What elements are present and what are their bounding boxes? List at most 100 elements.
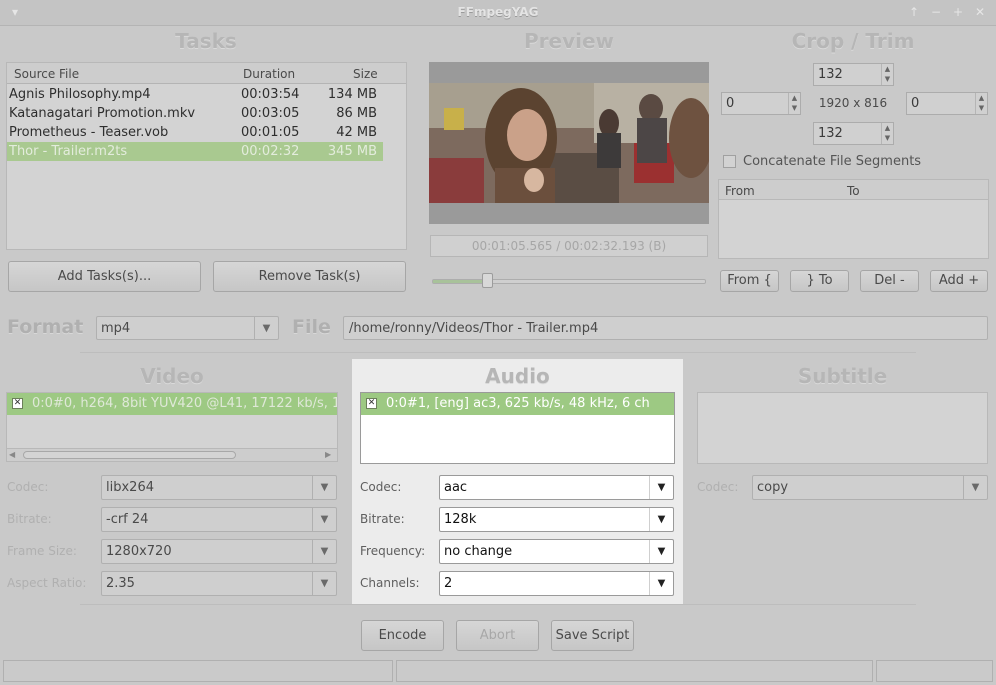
column-size[interactable]: Size [353, 67, 378, 81]
preview-image [429, 83, 709, 203]
tasks-heading: Tasks [175, 29, 237, 53]
audio-stream-item[interactable]: ✕ 0:0#1, [eng] ac3, 625 kb/s, 48 kHz, 6 … [361, 393, 674, 415]
task-size: 86 MB [336, 106, 377, 121]
chevron-down-icon[interactable]: ▼ [649, 476, 673, 499]
task-row[interactable]: Thor - Trailer.m2ts 00:02:32 345 MB [7, 142, 383, 161]
audio-heading: Audio [485, 364, 550, 388]
audio-field-select[interactable]: 2 ▼ [439, 571, 674, 596]
chevron-down-icon[interactable]: ▼ [312, 508, 336, 531]
spin-arrows-icon[interactable]: ▲ ▼ [881, 64, 893, 85]
chevron-down-icon[interactable]: ▼ [312, 540, 336, 563]
chevron-down-icon[interactable]: ▼ [312, 476, 336, 499]
chevron-down-icon[interactable]: ▼ [312, 572, 336, 595]
concatenate-checkbox[interactable] [723, 155, 736, 168]
spin-arrows-icon[interactable]: ▲ ▼ [881, 123, 893, 144]
task-row[interactable]: Katanagatari Promotion.mkv 00:03:05 86 MB [7, 104, 383, 123]
preview-timestamp: 00:01:05.565 / 00:02:32.193 (B) [430, 235, 708, 257]
from-button[interactable]: From { [720, 270, 779, 292]
task-size: 42 MB [336, 125, 377, 140]
video-field-select[interactable]: 2.35 ▼ [101, 571, 337, 596]
spin-arrows-icon[interactable]: ▲ ▼ [788, 93, 800, 114]
crop-heading: Crop / Trim [791, 29, 915, 53]
subtitle-streams-list[interactable] [697, 392, 988, 464]
video-field-label: Codec: [7, 480, 49, 494]
audio-field-select[interactable]: 128k ▼ [439, 507, 674, 532]
subtitle-field-select[interactable]: copy ▼ [752, 475, 988, 500]
audio-field-value: aac [444, 480, 468, 495]
task-duration: 00:01:05 [241, 125, 300, 140]
video-stream-checkbox[interactable]: ✕ [12, 398, 23, 409]
scroll-right-icon[interactable]: ▶ [325, 450, 331, 459]
column-to[interactable]: To [847, 184, 860, 198]
spin-arrows-icon[interactable]: ▲ ▼ [975, 93, 987, 114]
audio-field-select[interactable]: aac ▼ [439, 475, 674, 500]
video-field-value: 1280x720 [106, 544, 172, 559]
chevron-down-icon[interactable]: ▼ [649, 540, 673, 563]
video-field-select[interactable]: 1280x720 ▼ [101, 539, 337, 564]
task-source: Katanagatari Promotion.mkv [9, 106, 196, 121]
chevron-down-icon[interactable]: ▼ [254, 317, 278, 339]
crop-top-spinbox[interactable]: 132 ▲ ▼ [813, 63, 894, 86]
audio-field-label: Bitrate: [360, 512, 405, 526]
video-stream-label: 0:0#0, h264, 8bit YUV420 @L41, 17122 kb/… [32, 396, 337, 411]
tasks-table[interactable]: Source File Duration Size Agnis Philosop… [6, 62, 407, 250]
window-pin-icon[interactable]: ↑ [907, 4, 921, 20]
chevron-down-icon[interactable]: ▼ [963, 476, 987, 499]
video-field-value: -crf 24 [106, 512, 149, 527]
video-stream-item[interactable]: ✕ 0:0#0, h264, 8bit YUV420 @L41, 17122 k… [7, 393, 337, 415]
video-field-label: Frame Size: [7, 544, 77, 558]
audio-field-value: 128k [444, 512, 477, 527]
video-field-label: Bitrate: [7, 512, 52, 526]
encode-button[interactable]: Encode [361, 620, 444, 651]
crop-bottom-spinbox[interactable]: 132 ▲ ▼ [813, 122, 894, 145]
output-file-input[interactable]: /home/ronny/Videos/Thor - Trailer.mp4 [343, 316, 988, 340]
add-segment-button[interactable]: Add + [930, 270, 988, 292]
preview-seek-track[interactable] [432, 279, 706, 284]
crop-top-value: 132 [818, 67, 843, 82]
remove-task-button[interactable]: Remove Task(s) [213, 261, 406, 292]
column-duration[interactable]: Duration [243, 67, 295, 81]
audio-field-label: Channels: [360, 576, 420, 590]
crop-left-spinbox[interactable]: 0 ▲ ▼ [721, 92, 801, 115]
task-size: 134 MB [327, 87, 377, 102]
video-hscrollbar[interactable]: ◀ ▶ [7, 448, 337, 461]
scroll-left-icon[interactable]: ◀ [9, 450, 15, 459]
audio-field-label: Frequency: [360, 544, 426, 558]
preview-seek-fill [433, 280, 487, 283]
task-row[interactable]: Agnis Philosophy.mp4 00:03:54 134 MB [7, 85, 383, 104]
video-field-select[interactable]: -crf 24 ▼ [101, 507, 337, 532]
audio-field-select[interactable]: no change ▼ [439, 539, 674, 564]
file-label: File [292, 316, 331, 338]
crop-right-spinbox[interactable]: 0 ▲ ▼ [906, 92, 988, 115]
format-select[interactable]: mp4 ▼ [96, 316, 279, 340]
abort-button[interactable]: Abort [456, 620, 539, 651]
save-script-button[interactable]: Save Script [551, 620, 634, 651]
video-streams-list[interactable]: ✕ 0:0#0, h264, 8bit YUV420 @L41, 17122 k… [6, 392, 338, 462]
audio-stream-checkbox[interactable]: ✕ [366, 398, 377, 409]
status-segment-3 [876, 660, 993, 682]
video-field-value: 2.35 [106, 576, 135, 591]
window-close-icon[interactable]: ✕ [973, 4, 987, 20]
format-label: Format [7, 316, 84, 338]
task-duration: 00:02:32 [241, 144, 300, 159]
section-divider [80, 352, 916, 353]
preview-frame [429, 62, 709, 224]
video-field-select[interactable]: libx264 ▼ [101, 475, 337, 500]
video-scroll-thumb[interactable] [23, 451, 236, 459]
audio-stream-label: 0:0#1, [eng] ac3, 625 kb/s, 48 kHz, 6 ch [386, 396, 650, 411]
window-minimize-icon[interactable]: − [929, 4, 943, 20]
column-from[interactable]: From [725, 184, 755, 198]
task-row[interactable]: Prometheus - Teaser.vob 00:01:05 42 MB [7, 123, 383, 142]
add-tasks-button[interactable]: Add Tasks(s)... [8, 261, 201, 292]
column-source-file[interactable]: Source File [14, 67, 79, 81]
audio-streams-list[interactable]: ✕ 0:0#1, [eng] ac3, 625 kb/s, 48 kHz, 6 … [360, 392, 675, 464]
crop-bottom-value: 132 [818, 126, 843, 141]
segments-table[interactable]: From To [718, 179, 989, 259]
to-button[interactable]: } To [790, 270, 849, 292]
chevron-down-icon[interactable]: ▼ [649, 508, 673, 531]
window-maximize-icon[interactable]: + [951, 4, 965, 20]
chevron-down-icon[interactable]: ▼ [649, 572, 673, 595]
delete-segment-button[interactable]: Del - [860, 270, 919, 292]
status-segment-2 [396, 660, 873, 682]
preview-seek-handle[interactable] [482, 273, 493, 288]
